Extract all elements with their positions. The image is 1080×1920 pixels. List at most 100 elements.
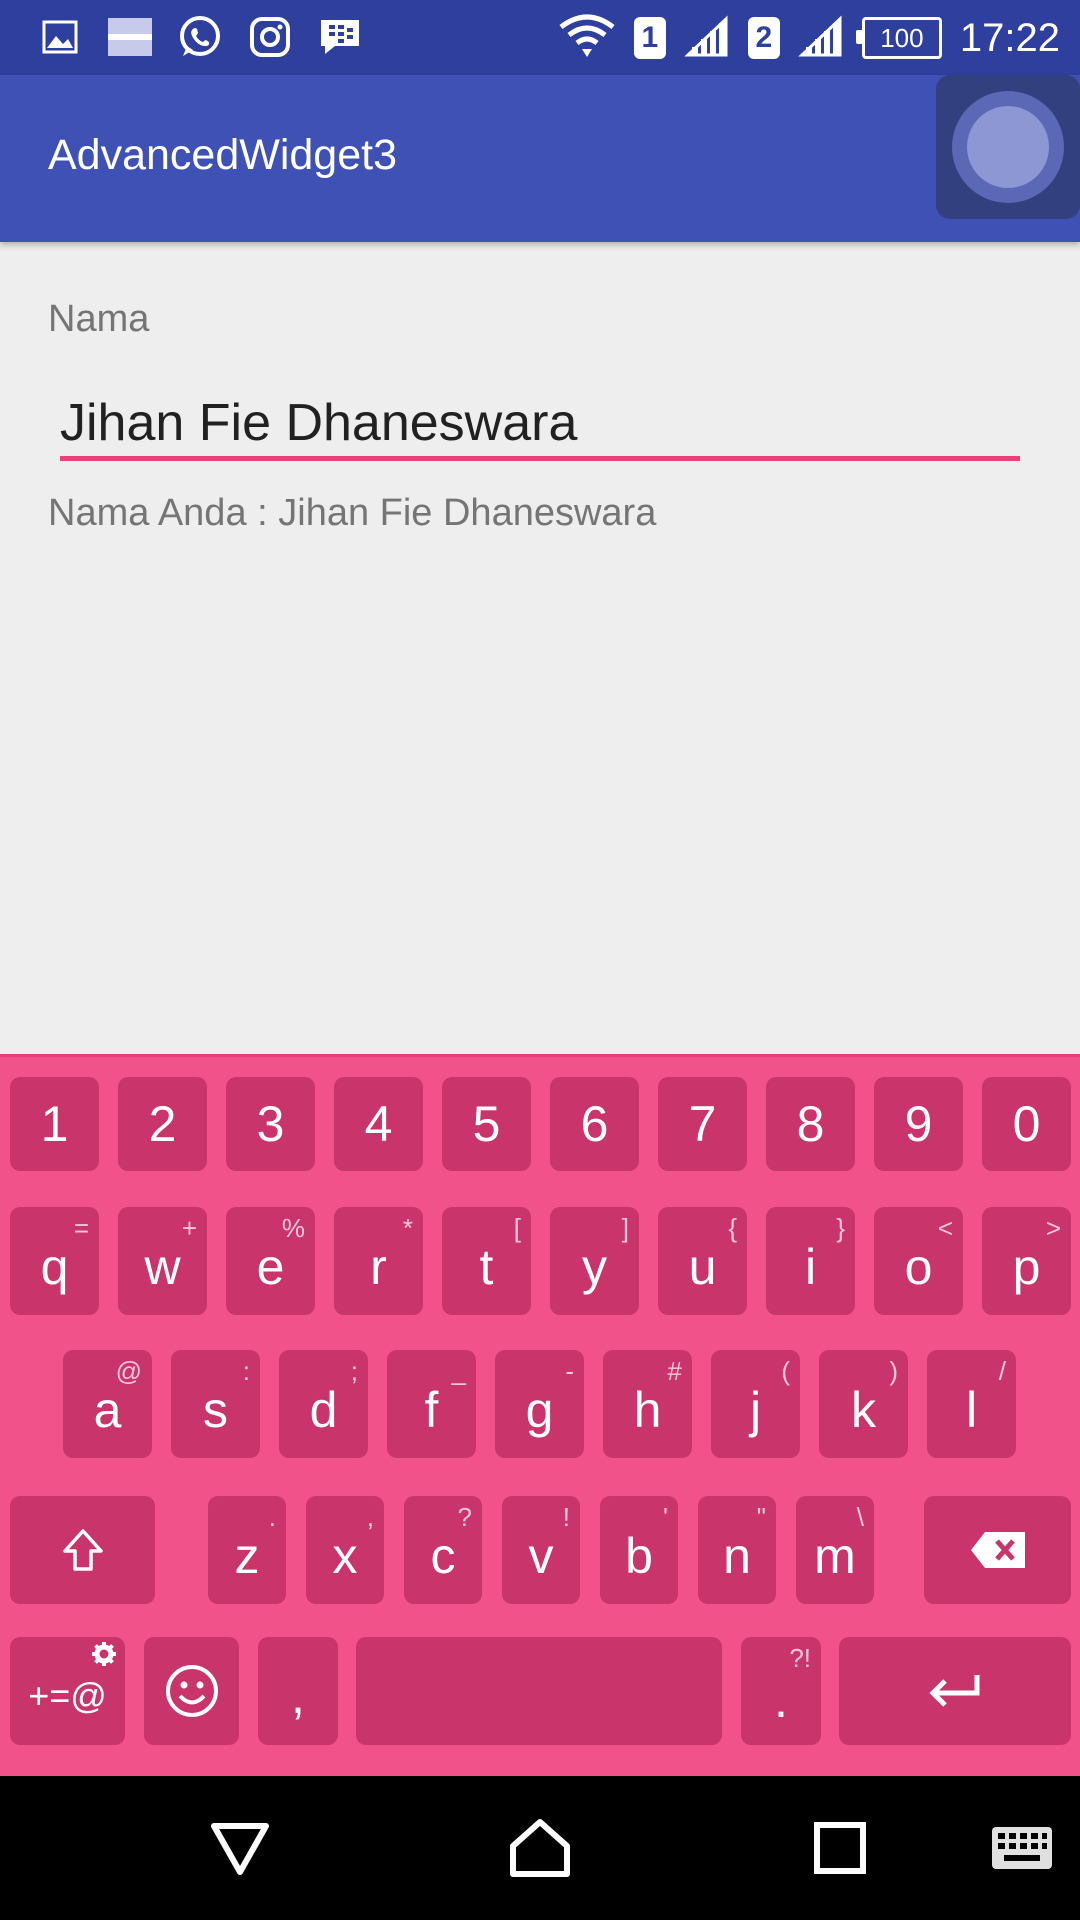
key-6[interactable]: 6 <box>550 1077 639 1171</box>
key-c[interactable]: c? <box>404 1496 482 1604</box>
key-label: v <box>528 1528 554 1584</box>
key-d[interactable]: d; <box>279 1350 368 1458</box>
key-p[interactable]: p > <box>982 1207 1071 1315</box>
key-label: t <box>479 1239 494 1295</box>
key-label: y <box>582 1239 607 1295</box>
key-w[interactable]: w + <box>118 1207 207 1315</box>
key-7[interactable]: 7 <box>658 1077 747 1171</box>
key-label: h <box>633 1382 662 1438</box>
key-label: 2 <box>148 1096 177 1152</box>
name-label: Nama <box>48 298 150 340</box>
assist-ring-icon <box>952 91 1064 203</box>
key-r[interactable]: r * <box>334 1207 423 1315</box>
keyboard-switch-icon[interactable] <box>982 1776 1062 1920</box>
key-k[interactable]: k) <box>819 1350 908 1458</box>
space-key[interactable] <box>356 1637 722 1745</box>
comma-key[interactable]: , <box>258 1637 338 1745</box>
key-label: j <box>749 1382 762 1438</box>
key-t[interactable]: t[ <box>442 1207 531 1315</box>
key-hint: _ <box>451 1356 466 1386</box>
key-j[interactable]: j( <box>711 1350 800 1458</box>
signal-icon <box>684 15 730 61</box>
key-s[interactable]: s: <box>171 1350 260 1458</box>
key-hint: < <box>937 1213 953 1243</box>
key-0[interactable]: 0 <box>982 1077 1071 1171</box>
notification-bar-icon <box>104 14 156 60</box>
key-hint: ) <box>889 1356 898 1386</box>
enter-key[interactable] <box>839 1637 1071 1745</box>
key-l[interactable]: l / <box>927 1350 1016 1458</box>
key-label: c <box>430 1528 456 1584</box>
shift-key[interactable] <box>10 1496 155 1604</box>
key-g[interactable]: g- <box>495 1350 584 1458</box>
key-label: 7 <box>688 1096 717 1152</box>
key-label: z <box>234 1528 260 1584</box>
key-h[interactable]: h # <box>603 1350 692 1458</box>
key-1[interactable]: 1 <box>10 1077 99 1171</box>
key-hint: " <box>756 1502 766 1532</box>
back-button[interactable] <box>200 1776 280 1920</box>
key-label: 5 <box>472 1096 501 1152</box>
whatsapp-icon <box>174 14 226 60</box>
navigation-bar <box>0 1776 1080 1920</box>
recent-apps-button[interactable] <box>800 1776 880 1920</box>
key-label: 1 <box>40 1096 69 1152</box>
app-bar: AdvancedWidget3 <box>0 75 1080 242</box>
key-b[interactable]: b ' <box>600 1496 678 1604</box>
key-i[interactable]: i} <box>766 1207 855 1315</box>
sim1-badge: 1 <box>633 17 666 59</box>
key-5[interactable]: 5 <box>442 1077 531 1171</box>
key-hint: + <box>181 1213 197 1243</box>
key-hint: - <box>565 1356 574 1386</box>
symbols-label: +=@ <box>28 1675 107 1716</box>
key-e[interactable]: e% <box>226 1207 315 1315</box>
key-label: 6 <box>580 1096 609 1152</box>
key-u[interactable]: u{ <box>658 1207 747 1315</box>
key-y[interactable]: y] <box>550 1207 639 1315</box>
key-label: m <box>814 1528 856 1584</box>
key-n[interactable]: n " <box>698 1496 776 1604</box>
key-a[interactable]: a @ <box>63 1350 152 1458</box>
key-hint: ? <box>457 1502 472 1532</box>
clock: 17:22 <box>959 15 1060 60</box>
key-hint: ' <box>663 1502 668 1532</box>
key-label: b <box>625 1528 653 1584</box>
key-9[interactable]: 9 <box>874 1077 963 1171</box>
home-button[interactable] <box>500 1776 580 1920</box>
key-label: 0 <box>1012 1096 1041 1152</box>
floating-assist-button[interactable] <box>936 75 1080 219</box>
backspace-key[interactable] <box>924 1496 1071 1604</box>
key-4[interactable]: 4 <box>334 1077 423 1171</box>
key-z[interactable]: z. <box>208 1496 286 1604</box>
name-input[interactable] <box>60 384 1020 462</box>
bbm-icon <box>314 14 366 60</box>
settings-gear-icon <box>91 1641 117 1672</box>
key-v[interactable]: v! <box>502 1496 580 1604</box>
instagram-icon <box>244 14 296 60</box>
key-hint: : <box>242 1356 250 1386</box>
key-x[interactable]: x, <box>306 1496 384 1604</box>
app-title: AdvancedWidget3 <box>48 131 397 179</box>
key-3[interactable]: 3 <box>226 1077 315 1171</box>
key-label: u <box>688 1239 717 1295</box>
key-label: f <box>424 1382 439 1438</box>
key-label: r <box>370 1239 387 1295</box>
emoji-key[interactable] <box>144 1637 239 1745</box>
symbols-key[interactable]: +=@ <box>10 1637 125 1745</box>
key-hint: * <box>402 1213 413 1243</box>
key-hint: ; <box>350 1356 358 1386</box>
key-hint: > <box>1045 1213 1061 1243</box>
signal-icon <box>798 15 844 61</box>
key-8[interactable]: 8 <box>766 1077 855 1171</box>
key-f[interactable]: f _ <box>387 1350 476 1458</box>
key-2[interactable]: 2 <box>118 1077 207 1171</box>
wifi-icon <box>558 13 616 63</box>
key-hint: , <box>366 1502 374 1532</box>
key-label: o <box>904 1239 933 1295</box>
gallery-icon <box>34 14 86 60</box>
key-label: x <box>332 1528 358 1584</box>
period-key[interactable]: . ?! <box>741 1637 821 1745</box>
key-q[interactable]: q = <box>10 1207 99 1315</box>
key-o[interactable]: o < <box>874 1207 963 1315</box>
key-m[interactable]: m \ <box>796 1496 874 1604</box>
